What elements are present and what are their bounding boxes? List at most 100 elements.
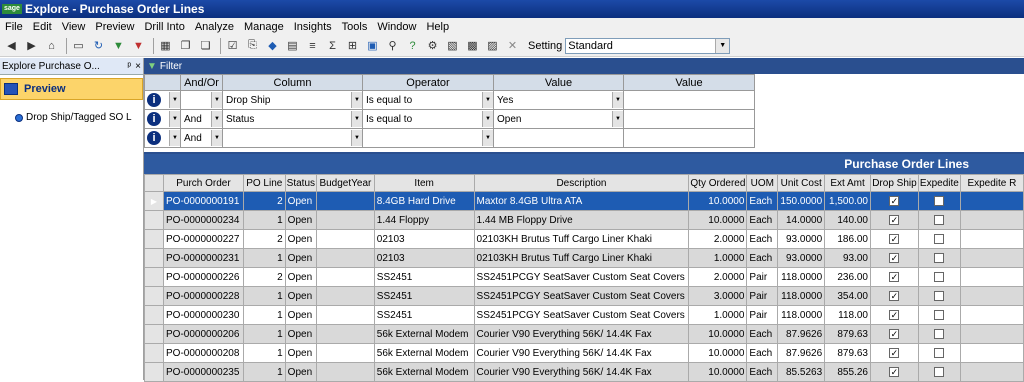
- cell-unit-cost[interactable]: 87.9626: [777, 324, 826, 344]
- cell-po-line[interactable]: 2: [242, 229, 286, 249]
- cell-status[interactable]: Open: [284, 362, 318, 382]
- cell-purch-order[interactable]: PO-0000000227: [163, 229, 244, 249]
- expedite-checkbox[interactable]: [934, 272, 945, 282]
- cell-po-line[interactable]: 1: [242, 343, 286, 363]
- cell-ext-amt[interactable]: 855.26: [824, 362, 871, 382]
- cell-drop-ship[interactable]: ✓: [869, 191, 919, 211]
- filter-operator-cell[interactable]: Is equal to ▼: [362, 90, 494, 110]
- expedite-checkbox[interactable]: [934, 196, 945, 206]
- cell-status[interactable]: Open: [284, 229, 318, 249]
- cell-item[interactable]: 02103: [373, 229, 475, 249]
- cell-budget-year[interactable]: [316, 191, 375, 211]
- chevron-down-icon[interactable]: ▼: [482, 130, 493, 146]
- forward-icon[interactable]: ▶: [23, 37, 40, 54]
- cell-expedite[interactable]: [917, 210, 961, 230]
- filter-value2-cell[interactable]: [623, 128, 755, 148]
- cell-item[interactable]: 56k External Modem: [373, 324, 475, 344]
- menu-help[interactable]: Help: [421, 21, 454, 33]
- drop-ship-checkbox[interactable]: ✓: [889, 367, 900, 377]
- cell-qty-ordered[interactable]: 3.0000: [688, 286, 748, 306]
- cell-qty-ordered[interactable]: 10.0000: [688, 362, 748, 382]
- drop-ship-checkbox[interactable]: ✓: [889, 215, 900, 225]
- sum-icon[interactable]: Σ: [324, 37, 341, 54]
- columns-icon[interactable]: ≡: [304, 37, 321, 54]
- cell-expedite[interactable]: [917, 229, 961, 249]
- cell-item[interactable]: SS2451: [373, 267, 475, 287]
- cell-po-line[interactable]: 1: [242, 324, 286, 344]
- cell-uom[interactable]: Each: [746, 191, 779, 211]
- cell-qty-ordered[interactable]: 2.0000: [688, 229, 748, 249]
- expedite-checkbox[interactable]: [934, 215, 945, 225]
- expedite-checkbox[interactable]: [934, 234, 945, 244]
- cell-expedite[interactable]: [917, 248, 961, 268]
- cell-expedite-r[interactable]: [959, 362, 1024, 382]
- menu-file[interactable]: File: [0, 21, 28, 33]
- cell-item[interactable]: SS2451: [373, 286, 475, 306]
- filter-column-cell[interactable]: Status ▼: [222, 109, 363, 129]
- cell-description[interactable]: 02103KH Brutus Tuff Cargo Liner Khaki: [473, 248, 690, 268]
- col-header-uom[interactable]: UOM: [746, 174, 779, 192]
- cell-drop-ship[interactable]: ✓: [869, 324, 919, 344]
- cell-purch-order[interactable]: PO-0000000235: [163, 362, 244, 382]
- cell-qty-ordered[interactable]: 10.0000: [688, 191, 748, 211]
- cell-drop-ship[interactable]: ✓: [869, 248, 919, 268]
- table-row[interactable]: PO-0000000226 2 Open SS2451 SS2451PCGY SeatS…: [143, 267, 1024, 287]
- cell-expedite[interactable]: [917, 267, 961, 287]
- row-selector[interactable]: [143, 248, 165, 268]
- menu-tools[interactable]: Tools: [337, 21, 373, 33]
- filter-row-info[interactable]: i ▼: [144, 109, 181, 129]
- col-header-unit-cost[interactable]: Unit Cost: [777, 174, 826, 192]
- cell-expedite[interactable]: [917, 343, 961, 363]
- cell-ext-amt[interactable]: 186.00: [824, 229, 871, 249]
- cell-purch-order[interactable]: PO-0000000231: [163, 248, 244, 268]
- cell-purch-order[interactable]: PO-0000000191: [163, 191, 244, 211]
- chevron-down-icon[interactable]: ▼: [351, 130, 362, 146]
- filter-value2-cell[interactable]: [623, 90, 755, 110]
- table-row[interactable]: PO-0000000231 1 Open 02103 02103KH Brutus Tu…: [143, 248, 1024, 268]
- cell-po-line[interactable]: 1: [242, 286, 286, 306]
- filter-value-cell[interactable]: [493, 128, 624, 148]
- cell-uom[interactable]: Each: [746, 210, 779, 230]
- cell-budget-year[interactable]: [316, 362, 375, 382]
- table-row[interactable]: PO-0000000230 1 Open SS2451 SS2451PCGY SeatS…: [143, 305, 1024, 325]
- cell-purch-order[interactable]: PO-0000000234: [163, 210, 244, 230]
- cell-ext-amt[interactable]: 1,500.00: [824, 191, 871, 211]
- filter-value-cell[interactable]: Yes ▼: [493, 90, 624, 110]
- cell-status[interactable]: Open: [284, 343, 318, 363]
- cell-budget-year[interactable]: [316, 324, 375, 344]
- col-header-description[interactable]: Description: [473, 174, 690, 192]
- cell-qty-ordered[interactable]: 10.0000: [688, 210, 748, 230]
- chevron-down-icon[interactable]: ▼: [482, 92, 493, 108]
- cell-description[interactable]: SS2451PCGY SeatSaver Custom Seat Covers: [473, 286, 690, 306]
- setting-dropdown[interactable]: Standard ▼: [565, 37, 731, 54]
- chevron-down-icon[interactable]: ▼: [211, 130, 222, 146]
- view-icon[interactable]: ▧: [444, 37, 461, 54]
- cell-item[interactable]: SS2451: [373, 305, 475, 325]
- filter-andor-cell[interactable]: ▼: [180, 90, 223, 110]
- grid-icon[interactable]: ⊞: [344, 37, 361, 54]
- cell-unit-cost[interactable]: 87.9626: [777, 343, 826, 363]
- table-row[interactable]: PO-0000000234 1 Open 1.44 Floppy 1.44 MB Flo…: [143, 210, 1024, 230]
- clear-filter-icon[interactable]: ▼: [130, 37, 147, 54]
- chevron-down-icon[interactable]: ▼: [211, 92, 222, 108]
- delete-icon[interactable]: ✕: [504, 37, 521, 54]
- cell-expedite-r[interactable]: [959, 229, 1024, 249]
- drop-ship-checkbox[interactable]: ✓: [889, 291, 900, 301]
- table-row[interactable]: PO-0000000206 1 Open 56k External Modem Cour…: [143, 324, 1024, 344]
- cell-budget-year[interactable]: [316, 286, 375, 306]
- report-icon[interactable]: ▤: [284, 37, 301, 54]
- col-header-po-line[interactable]: PO Line: [242, 174, 286, 192]
- cell-description[interactable]: Courier V90 Everything 56K/ 14.4K Fax: [473, 362, 690, 382]
- cell-expedite-r[interactable]: [959, 267, 1024, 287]
- back-icon[interactable]: ◀: [3, 37, 20, 54]
- cell-uom[interactable]: Each: [746, 362, 779, 382]
- cell-expedite[interactable]: [917, 362, 961, 382]
- cell-description[interactable]: SS2451PCGY SeatSaver Custom Seat Covers: [473, 305, 690, 325]
- row-selector[interactable]: [143, 362, 165, 382]
- cell-budget-year[interactable]: [316, 305, 375, 325]
- cell-purch-order[interactable]: PO-0000000230: [163, 305, 244, 325]
- table-row[interactable]: PO-0000000208 1 Open 56k External Modem Cour…: [143, 343, 1024, 363]
- expedite-checkbox[interactable]: [934, 329, 945, 339]
- cell-expedite-r[interactable]: [959, 248, 1024, 268]
- cell-expedite[interactable]: [917, 324, 961, 344]
